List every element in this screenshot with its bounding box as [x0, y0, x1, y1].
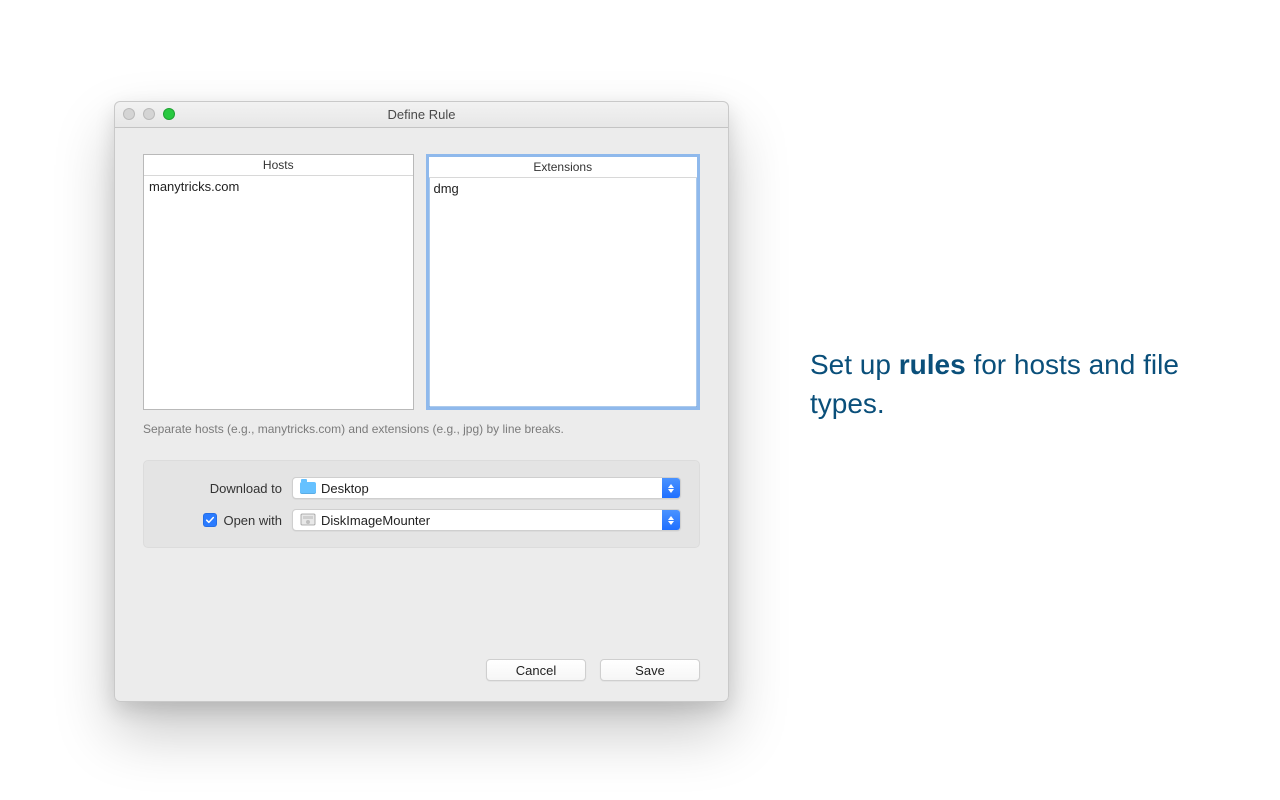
download-row: Download to Desktop	[162, 477, 681, 499]
save-button[interactable]: Save	[600, 659, 700, 681]
folder-icon	[299, 479, 317, 497]
popup-arrows-icon	[662, 510, 680, 530]
promo-bold: rules	[899, 349, 966, 380]
zoom-icon[interactable]	[163, 108, 175, 120]
hosts-textarea[interactable]: manytricks.com	[144, 176, 413, 409]
openwith-label: Open with	[223, 513, 282, 528]
traffic-lights	[123, 108, 175, 120]
openwith-checkbox[interactable]	[203, 513, 217, 527]
options-panel: Download to Desktop	[143, 460, 700, 548]
openwith-value: DiskImageMounter	[321, 513, 662, 528]
extensions-listbox[interactable]: Extensions dmg	[426, 154, 701, 410]
disk-image-icon	[299, 511, 317, 529]
dialog-window: Define Rule Hosts manytricks.com Extensi…	[114, 101, 729, 702]
minimize-icon[interactable]	[143, 108, 155, 120]
lists-row: Hosts manytricks.com Extensions dmg	[143, 154, 700, 410]
close-icon[interactable]	[123, 108, 135, 120]
window-titlebar[interactable]: Define Rule	[115, 102, 728, 128]
download-label: Download to	[210, 481, 282, 496]
popup-arrows-icon	[662, 478, 680, 498]
hint-text: Separate hosts (e.g., manytricks.com) an…	[143, 422, 700, 436]
promo-before: Set up	[810, 349, 899, 380]
download-value: Desktop	[321, 481, 662, 496]
dialog-content: Hosts manytricks.com Extensions dmg Sepa…	[115, 128, 728, 701]
download-popup[interactable]: Desktop	[292, 477, 681, 499]
window-title: Define Rule	[388, 107, 456, 122]
hosts-listbox[interactable]: Hosts manytricks.com	[143, 154, 414, 410]
hosts-header: Hosts	[144, 155, 413, 176]
promo-text: Set up rules for hosts and file types.	[810, 345, 1240, 423]
extensions-textarea[interactable]: dmg	[429, 178, 698, 407]
cancel-button[interactable]: Cancel	[486, 659, 586, 681]
dialog-buttons: Cancel Save	[143, 637, 700, 681]
extensions-header: Extensions	[429, 157, 698, 178]
openwith-popup[interactable]: DiskImageMounter	[292, 509, 681, 531]
openwith-row: Open with DiskImageMounter	[162, 509, 681, 531]
